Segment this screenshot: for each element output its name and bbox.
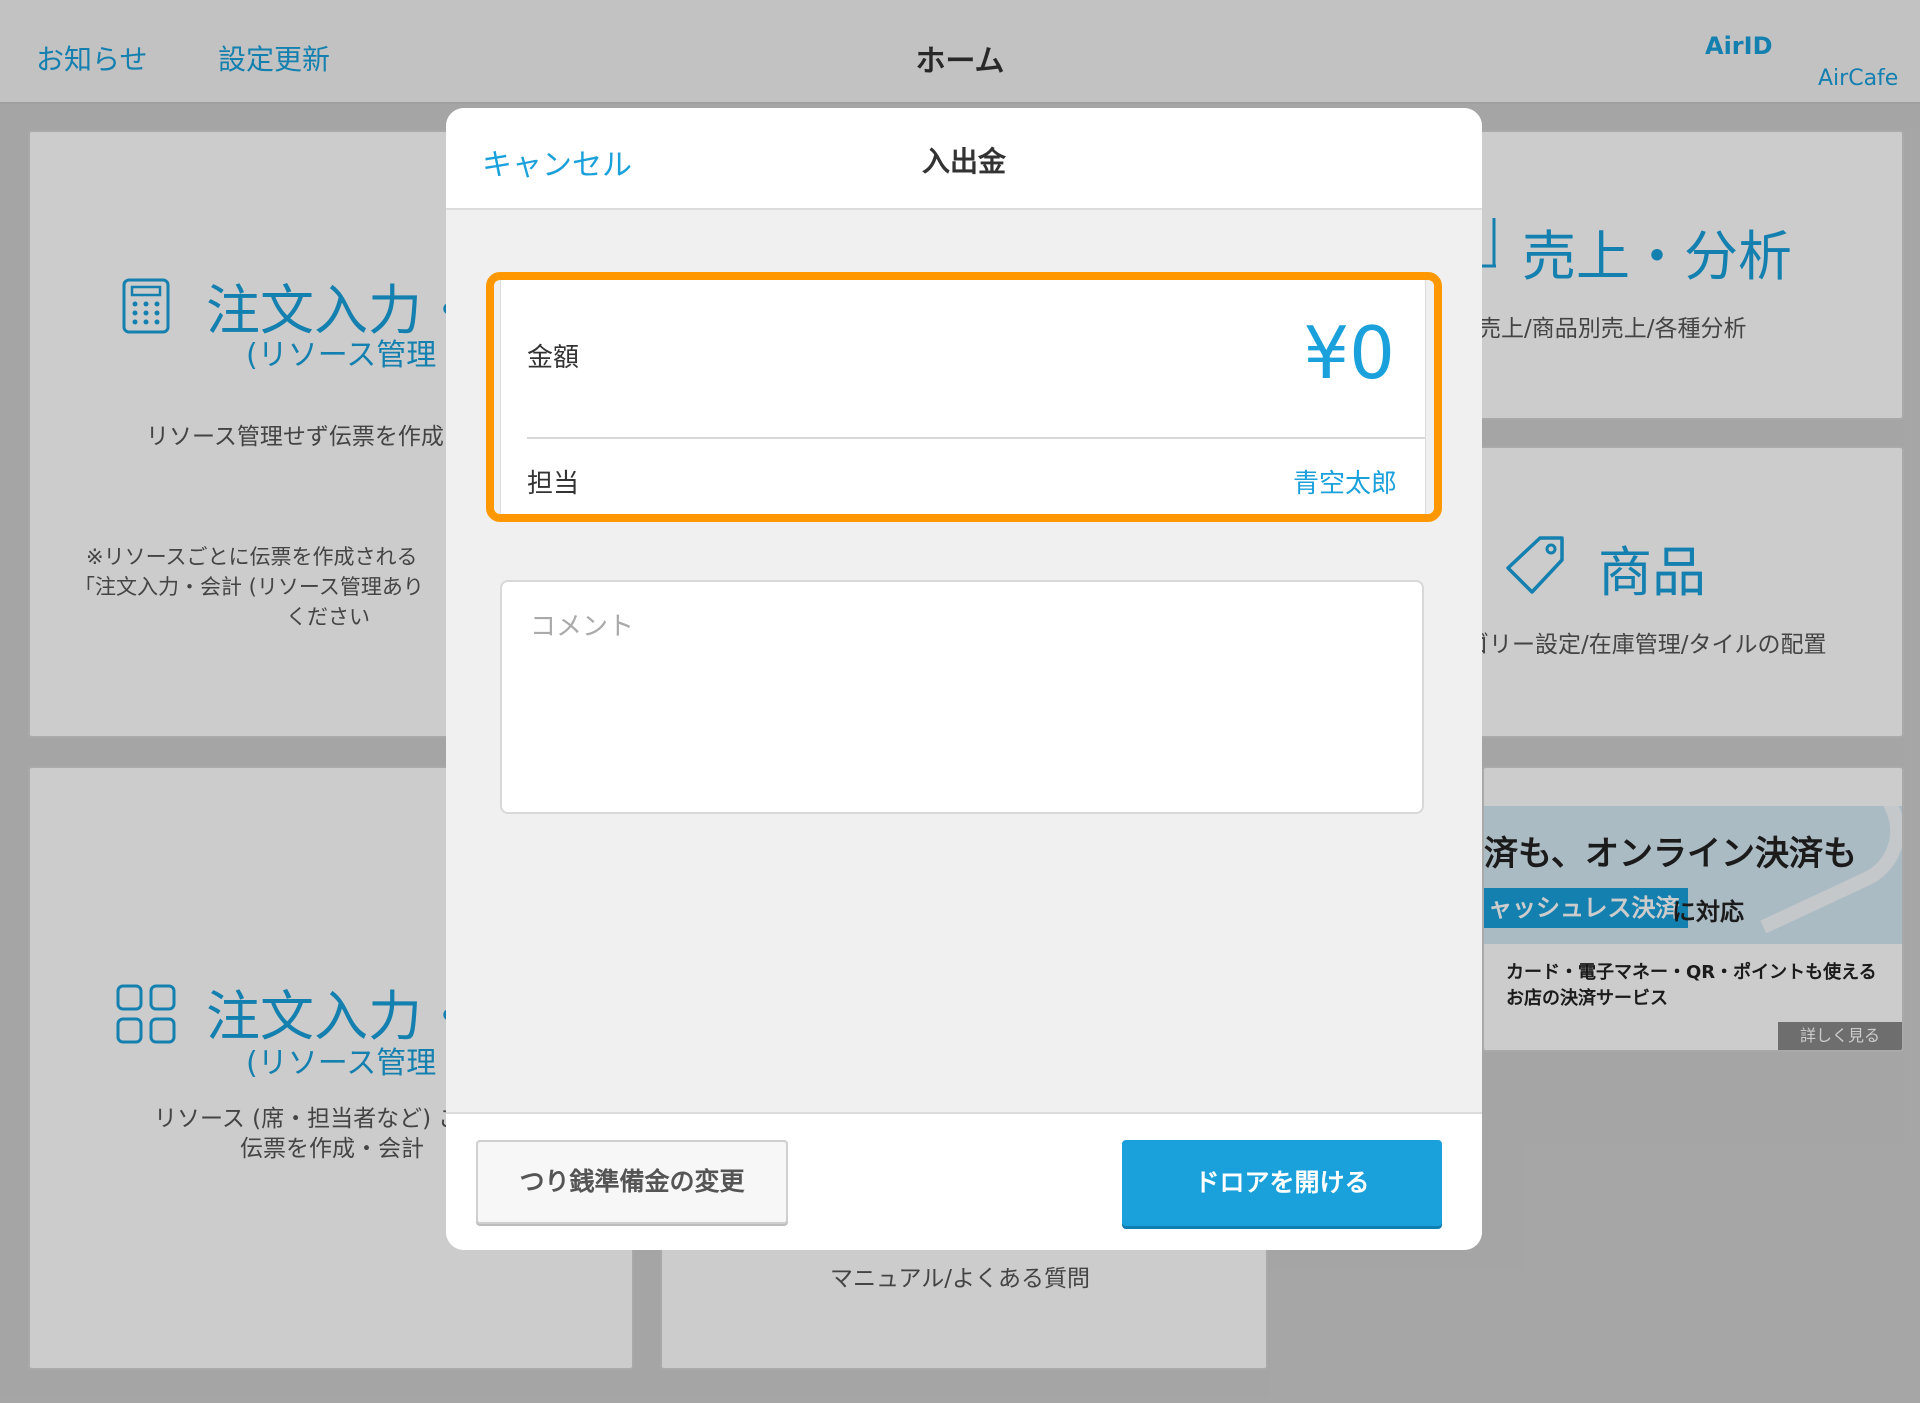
open-drawer-button[interactable]: ドロアを開ける [1122,1140,1442,1226]
comment-box [500,580,1424,814]
change-fund-button[interactable]: つり銭準備金の変更 [476,1140,788,1224]
staff-row[interactable]: 担当 青空太郎 [501,439,1425,519]
staff-value[interactable]: 青空太郎 [1293,463,1397,500]
staff-label: 担当 [527,469,580,499]
amount-value[interactable]: ¥0 [1303,311,1395,395]
amount-label: 金額 [527,343,580,373]
modal-footer: つり銭準備金の変更 ドロアを開ける [446,1112,1482,1250]
amount-row[interactable]: 金額 ¥0 [501,275,1425,437]
cash-in-out-modal: キャンセル 入出金 金額 ¥0 担当 青空太郎 つり銭準備金の変更 ドロアを開け… [446,108,1482,1250]
modal-title: 入出金 [921,145,1006,178]
comment-input[interactable] [502,582,1422,812]
amount-card: 金額 ¥0 担当 青空太郎 [500,274,1426,520]
modal-header: キャンセル 入出金 [446,108,1482,210]
